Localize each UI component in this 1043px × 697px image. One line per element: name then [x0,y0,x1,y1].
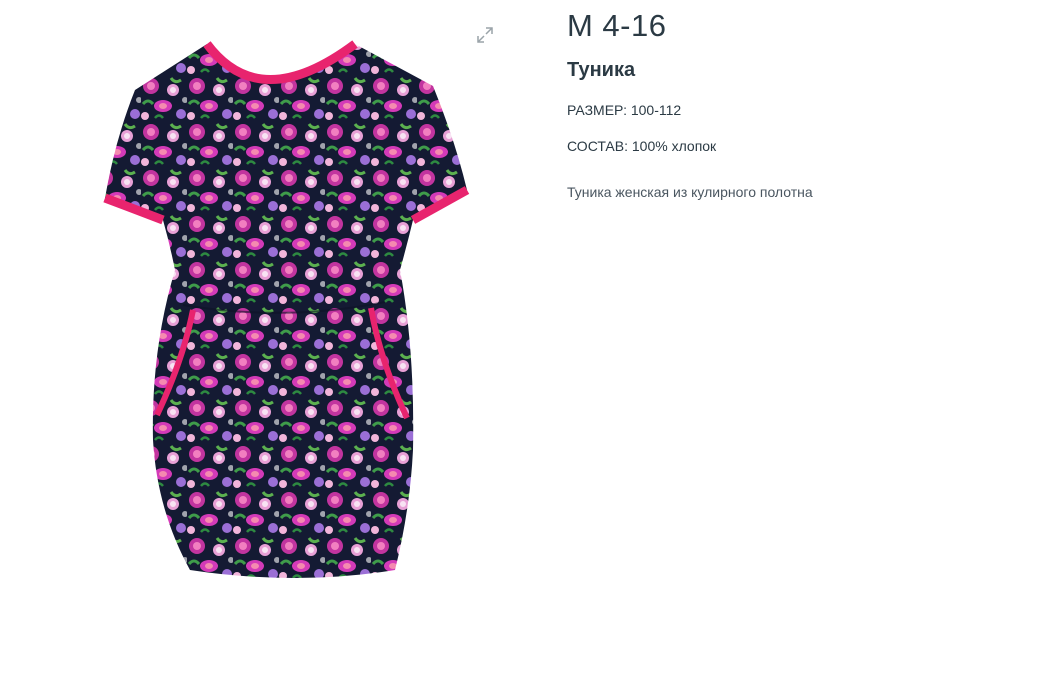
size-attribute: РАЗМЕР: 100-112 [567,102,682,118]
tunic-illustration [103,40,470,578]
product-description: Туника женская из кулирного полотна [567,184,813,200]
expand-icon[interactable] [476,26,494,44]
product-title: Туника [567,59,636,81]
product-info: М 4-16 Туника РАЗМЕР: 100-112 СОСТАВ: 10… [567,8,1007,200]
composition-attribute: СОСТАВ: 100% хлопок [567,138,717,154]
product-sku: М 4-16 [567,8,667,43]
product-photo[interactable] [95,30,485,590]
